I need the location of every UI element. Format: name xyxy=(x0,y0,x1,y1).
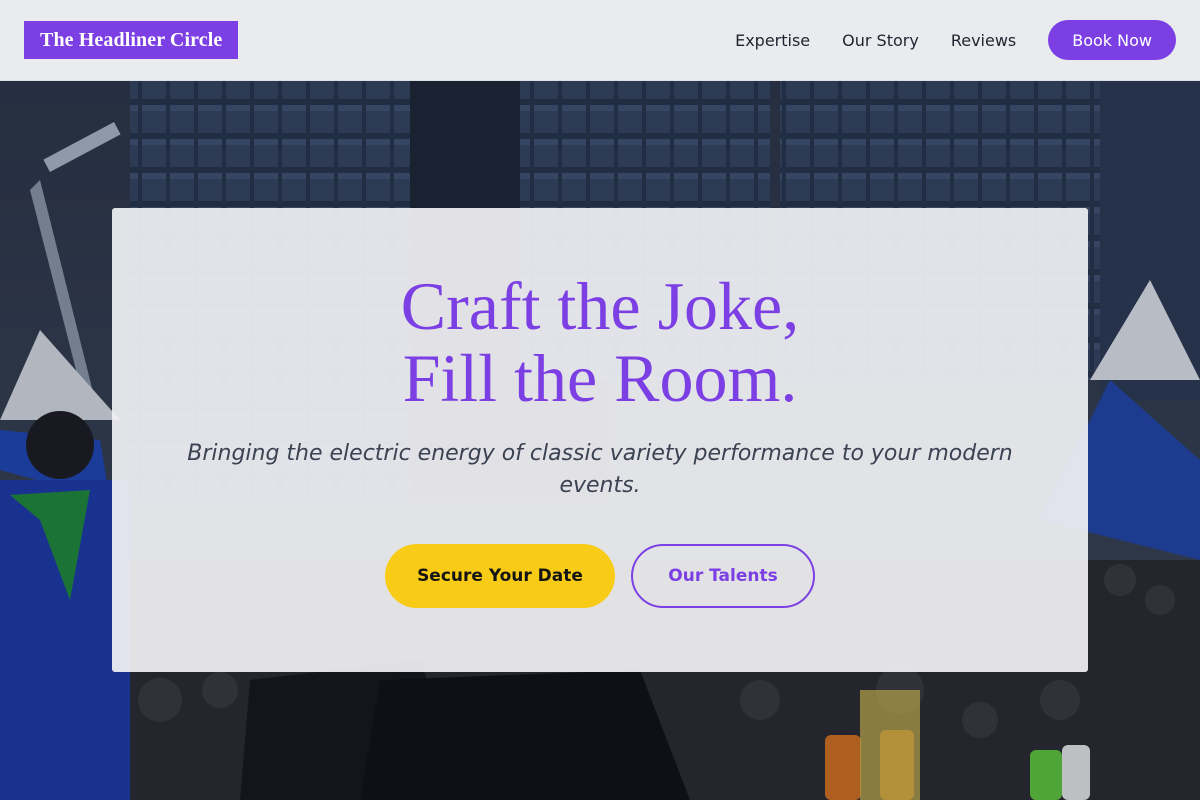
hero-actions: Secure Your Date Our Talents xyxy=(385,544,815,608)
secure-your-date-button[interactable]: Secure Your Date xyxy=(385,544,615,608)
hero-title-line-2: Fill the Room. xyxy=(402,340,798,416)
book-now-button[interactable]: Book Now xyxy=(1048,20,1176,60)
hero-card: Craft the Joke, Fill the Room. Bringing … xyxy=(112,208,1088,672)
hero-title-line-1: Craft the Joke, xyxy=(400,268,800,344)
nav-link-our-story[interactable]: Our Story xyxy=(842,31,919,50)
main-nav: Expertise Our Story Reviews Book Now xyxy=(735,20,1176,60)
nav-link-expertise[interactable]: Expertise xyxy=(735,31,810,50)
brand-logo[interactable]: The Headliner Circle xyxy=(24,21,239,59)
nav-link-reviews[interactable]: Reviews xyxy=(951,31,1016,50)
hero-subtitle: Bringing the electric energy of classic … xyxy=(187,441,1013,498)
hero-title: Craft the Joke, Fill the Room. xyxy=(401,270,799,414)
site-header: The Headliner Circle Expertise Our Story… xyxy=(0,0,1200,81)
our-talents-button[interactable]: Our Talents xyxy=(631,544,815,608)
